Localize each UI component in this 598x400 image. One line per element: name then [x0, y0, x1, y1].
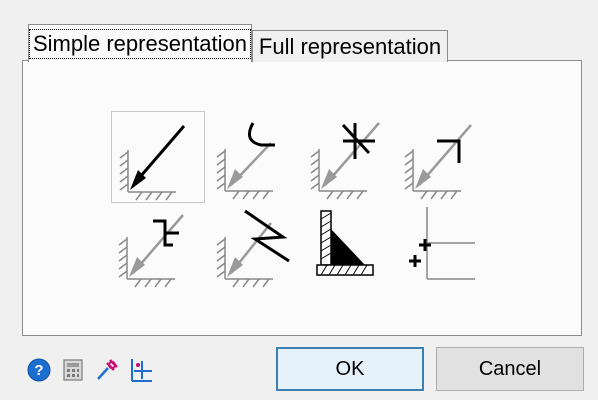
arrow-weld-icon[interactable] [111, 111, 205, 203]
chart-icon[interactable] [128, 357, 154, 383]
tab-full-representation[interactable]: Full representation [252, 30, 448, 62]
tab-full-representation-label: Full representation [258, 33, 442, 59]
plus-grid-icon[interactable] [397, 199, 491, 291]
svg-text:?: ? [34, 362, 43, 379]
tab-simple-representation-label: Simple representation [29, 28, 252, 59]
arc-weld-icon[interactable] [209, 111, 303, 203]
tab-simple-representation[interactable]: Simple representation [28, 24, 252, 62]
star-weld-icon[interactable] [303, 111, 397, 203]
zigzag-weld-icon[interactable] [209, 199, 303, 291]
calculator-icon[interactable] [60, 357, 86, 383]
stepped-weld-icon[interactable] [111, 199, 205, 291]
pick-icon[interactable] [94, 356, 120, 382]
corner-weld-icon[interactable] [397, 111, 491, 203]
ok-button[interactable]: OK [276, 347, 424, 391]
symbol-panel [22, 60, 582, 336]
fillet-weld-icon[interactable] [303, 199, 397, 291]
cancel-button[interactable]: Cancel [436, 347, 584, 391]
help-icon[interactable]: ? [26, 357, 52, 383]
